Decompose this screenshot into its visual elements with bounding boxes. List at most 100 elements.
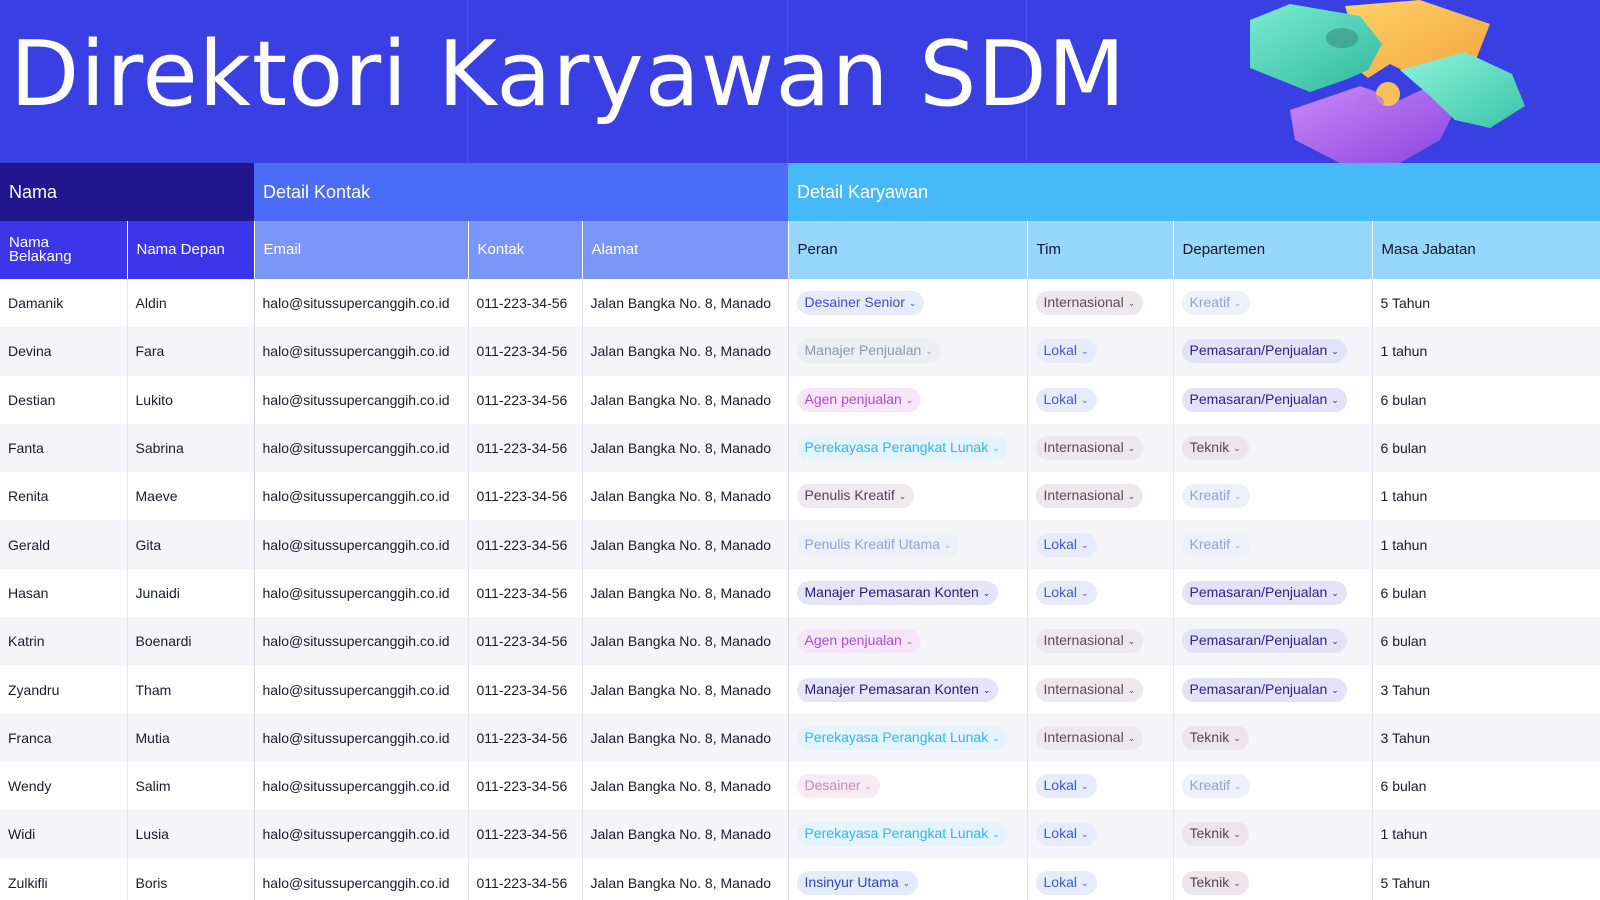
cell-email[interactable]: halo@situssupercanggih.co.id <box>254 617 469 666</box>
team-dropdown-chip[interactable]: Lokal ⌄ <box>1035 870 1097 895</box>
role-dropdown-chip[interactable]: Manajer Pemasaran Konten ⌄ <box>796 580 999 605</box>
cell-alamat[interactable]: Jalan Bangka No. 8, Manado <box>582 858 789 900</box>
cell-kontak[interactable]: 011-223-34-56 <box>468 472 583 521</box>
cell-masa-jabatan[interactable]: 6 bulan <box>1372 423 1600 473</box>
team-dropdown-chip[interactable]: Lokal ⌄ <box>1035 532 1097 557</box>
cell-kontak[interactable]: 011-223-34-56 <box>468 279 583 328</box>
cell-masa-jabatan[interactable]: 6 bulan <box>1372 568 1600 618</box>
cell-kontak[interactable]: 011-223-34-56 <box>468 375 583 424</box>
cell-alamat[interactable]: Jalan Bangka No. 8, Manado <box>582 423 789 473</box>
cell-alamat[interactable]: Jalan Bangka No. 8, Manado <box>582 568 789 618</box>
cell-email[interactable]: halo@situssupercanggih.co.id <box>254 761 469 811</box>
team-dropdown-chip[interactable]: Internasional ⌄ <box>1035 436 1144 461</box>
cell-email[interactable]: halo@situssupercanggih.co.id <box>254 665 469 714</box>
cell-email[interactable]: halo@situssupercanggih.co.id <box>254 375 469 424</box>
team-dropdown-chip[interactable]: Lokal ⌄ <box>1035 339 1097 364</box>
cell-masa-jabatan[interactable]: 1 tahun <box>1372 520 1600 569</box>
column-header-nama-belakang[interactable]: Nama Belakang <box>0 221 128 279</box>
cell-alamat[interactable]: Jalan Bangka No. 8, Manado <box>582 761 789 811</box>
cell-email[interactable]: halo@situssupercanggih.co.id <box>254 713 469 762</box>
cell-email[interactable]: halo@situssupercanggih.co.id <box>254 810 469 859</box>
cell-nama-depan[interactable]: Tham <box>127 665 255 714</box>
department-dropdown-chip[interactable]: Teknik ⌄ <box>1181 870 1249 895</box>
cell-email[interactable]: halo@situssupercanggih.co.id <box>254 858 469 900</box>
cell-alamat[interactable]: Jalan Bangka No. 8, Manado <box>582 665 789 714</box>
department-dropdown-chip[interactable]: Pemasaran/Penjualan ⌄ <box>1181 629 1347 654</box>
department-dropdown-chip[interactable]: Pemasaran/Penjualan ⌄ <box>1181 677 1347 702</box>
department-dropdown-chip[interactable]: Teknik ⌄ <box>1181 436 1249 461</box>
department-dropdown-chip[interactable]: Teknik ⌄ <box>1181 725 1249 750</box>
role-dropdown-chip[interactable]: Manajer Penjualan ⌄ <box>796 339 941 364</box>
cell-nama-depan[interactable]: Lukito <box>127 375 255 424</box>
department-dropdown-chip[interactable]: Pemasaran/Penjualan ⌄ <box>1181 339 1347 364</box>
column-header-tim[interactable]: Tim <box>1027 221 1174 279</box>
cell-kontak[interactable]: 011-223-34-56 <box>468 617 583 666</box>
cell-masa-jabatan[interactable]: 6 bulan <box>1372 617 1600 666</box>
cell-nama-belakang[interactable]: Destian <box>0 375 128 424</box>
team-dropdown-chip[interactable]: Internasional ⌄ <box>1035 725 1144 750</box>
cell-nama-depan[interactable]: Aldin <box>127 279 255 328</box>
column-header-departemen[interactable]: Departemen <box>1173 221 1373 279</box>
cell-nama-depan[interactable]: Salim <box>127 761 255 811</box>
cell-masa-jabatan[interactable]: 5 Tahun <box>1372 279 1600 328</box>
cell-kontak[interactable]: 011-223-34-56 <box>468 810 583 859</box>
cell-alamat[interactable]: Jalan Bangka No. 8, Manado <box>582 327 789 376</box>
column-header-masa-jabatan[interactable]: Masa Jabatan <box>1372 221 1600 279</box>
role-dropdown-chip[interactable]: Agen penjualan ⌄ <box>796 629 922 654</box>
cell-nama-depan[interactable]: Mutia <box>127 713 255 762</box>
cell-nama-belakang[interactable]: Widi <box>0 810 128 859</box>
role-dropdown-chip[interactable]: Penulis Kreatif ⌄ <box>796 484 915 509</box>
cell-nama-belakang[interactable]: Zyandru <box>0 665 128 714</box>
cell-alamat[interactable]: Jalan Bangka No. 8, Manado <box>582 279 789 328</box>
column-header-nama-depan[interactable]: Nama Depan <box>127 221 255 279</box>
department-dropdown-chip[interactable]: Kreatif ⌄ <box>1181 291 1250 316</box>
cell-kontak[interactable]: 011-223-34-56 <box>468 327 583 376</box>
cell-nama-belakang[interactable]: Wendy <box>0 761 128 811</box>
cell-masa-jabatan[interactable]: 1 tahun <box>1372 810 1600 859</box>
cell-masa-jabatan[interactable]: 1 tahun <box>1372 327 1600 376</box>
cell-email[interactable]: halo@situssupercanggih.co.id <box>254 472 469 521</box>
cell-nama-belakang[interactable]: Damanik <box>0 279 128 328</box>
cell-email[interactable]: halo@situssupercanggih.co.id <box>254 327 469 376</box>
cell-nama-depan[interactable]: Fara <box>127 327 255 376</box>
cell-nama-depan[interactable]: Boenardi <box>127 617 255 666</box>
cell-alamat[interactable]: Jalan Bangka No. 8, Manado <box>582 472 789 521</box>
department-dropdown-chip[interactable]: Kreatif ⌄ <box>1181 774 1250 799</box>
role-dropdown-chip[interactable]: Manajer Pemasaran Konten ⌄ <box>796 677 999 702</box>
cell-kontak[interactable]: 011-223-34-56 <box>468 761 583 811</box>
department-dropdown-chip[interactable]: Pemasaran/Penjualan ⌄ <box>1181 387 1347 412</box>
cell-alamat[interactable]: Jalan Bangka No. 8, Manado <box>582 810 789 859</box>
cell-nama-depan[interactable]: Sabrina <box>127 423 255 473</box>
role-dropdown-chip[interactable]: Perekayasa Perangkat Lunak ⌄ <box>796 822 1008 847</box>
cell-kontak[interactable]: 011-223-34-56 <box>468 665 583 714</box>
cell-email[interactable]: halo@situssupercanggih.co.id <box>254 279 469 328</box>
cell-nama-depan[interactable]: Lusia <box>127 810 255 859</box>
department-dropdown-chip[interactable]: Pemasaran/Penjualan ⌄ <box>1181 580 1347 605</box>
cell-nama-depan[interactable]: Junaidi <box>127 568 255 618</box>
cell-nama-belakang[interactable]: Katrin <box>0 617 128 666</box>
cell-alamat[interactable]: Jalan Bangka No. 8, Manado <box>582 520 789 569</box>
cell-kontak[interactable]: 011-223-34-56 <box>468 858 583 900</box>
department-dropdown-chip[interactable]: Kreatif ⌄ <box>1181 484 1250 509</box>
cell-nama-belakang[interactable]: Franca <box>0 713 128 762</box>
cell-email[interactable]: halo@situssupercanggih.co.id <box>254 423 469 473</box>
cell-email[interactable]: halo@situssupercanggih.co.id <box>254 520 469 569</box>
cell-nama-belakang[interactable]: Devina <box>0 327 128 376</box>
role-dropdown-chip[interactable]: Insinyur Utama ⌄ <box>796 870 919 895</box>
cell-nama-belakang[interactable]: Renita <box>0 472 128 521</box>
cell-nama-belakang[interactable]: Zulkifli <box>0 858 128 900</box>
cell-nama-depan[interactable]: Boris <box>127 858 255 900</box>
cell-masa-jabatan[interactable]: 1 tahun <box>1372 472 1600 521</box>
cell-kontak[interactable]: 011-223-34-56 <box>468 423 583 473</box>
cell-alamat[interactable]: Jalan Bangka No. 8, Manado <box>582 713 789 762</box>
cell-masa-jabatan[interactable]: 3 Tahun <box>1372 665 1600 714</box>
role-dropdown-chip[interactable]: Penulis Kreatif Utama ⌄ <box>796 532 960 557</box>
cell-nama-belakang[interactable]: Hasan <box>0 568 128 618</box>
role-dropdown-chip[interactable]: Perekayasa Perangkat Lunak ⌄ <box>796 725 1008 750</box>
cell-nama-depan[interactable]: Gita <box>127 520 255 569</box>
cell-masa-jabatan[interactable]: 5 Tahun <box>1372 858 1600 900</box>
column-header-peran[interactable]: Peran <box>788 221 1028 279</box>
team-dropdown-chip[interactable]: Lokal ⌄ <box>1035 774 1097 799</box>
cell-nama-belakang[interactable]: Fanta <box>0 423 128 473</box>
team-dropdown-chip[interactable]: Internasional ⌄ <box>1035 291 1144 316</box>
